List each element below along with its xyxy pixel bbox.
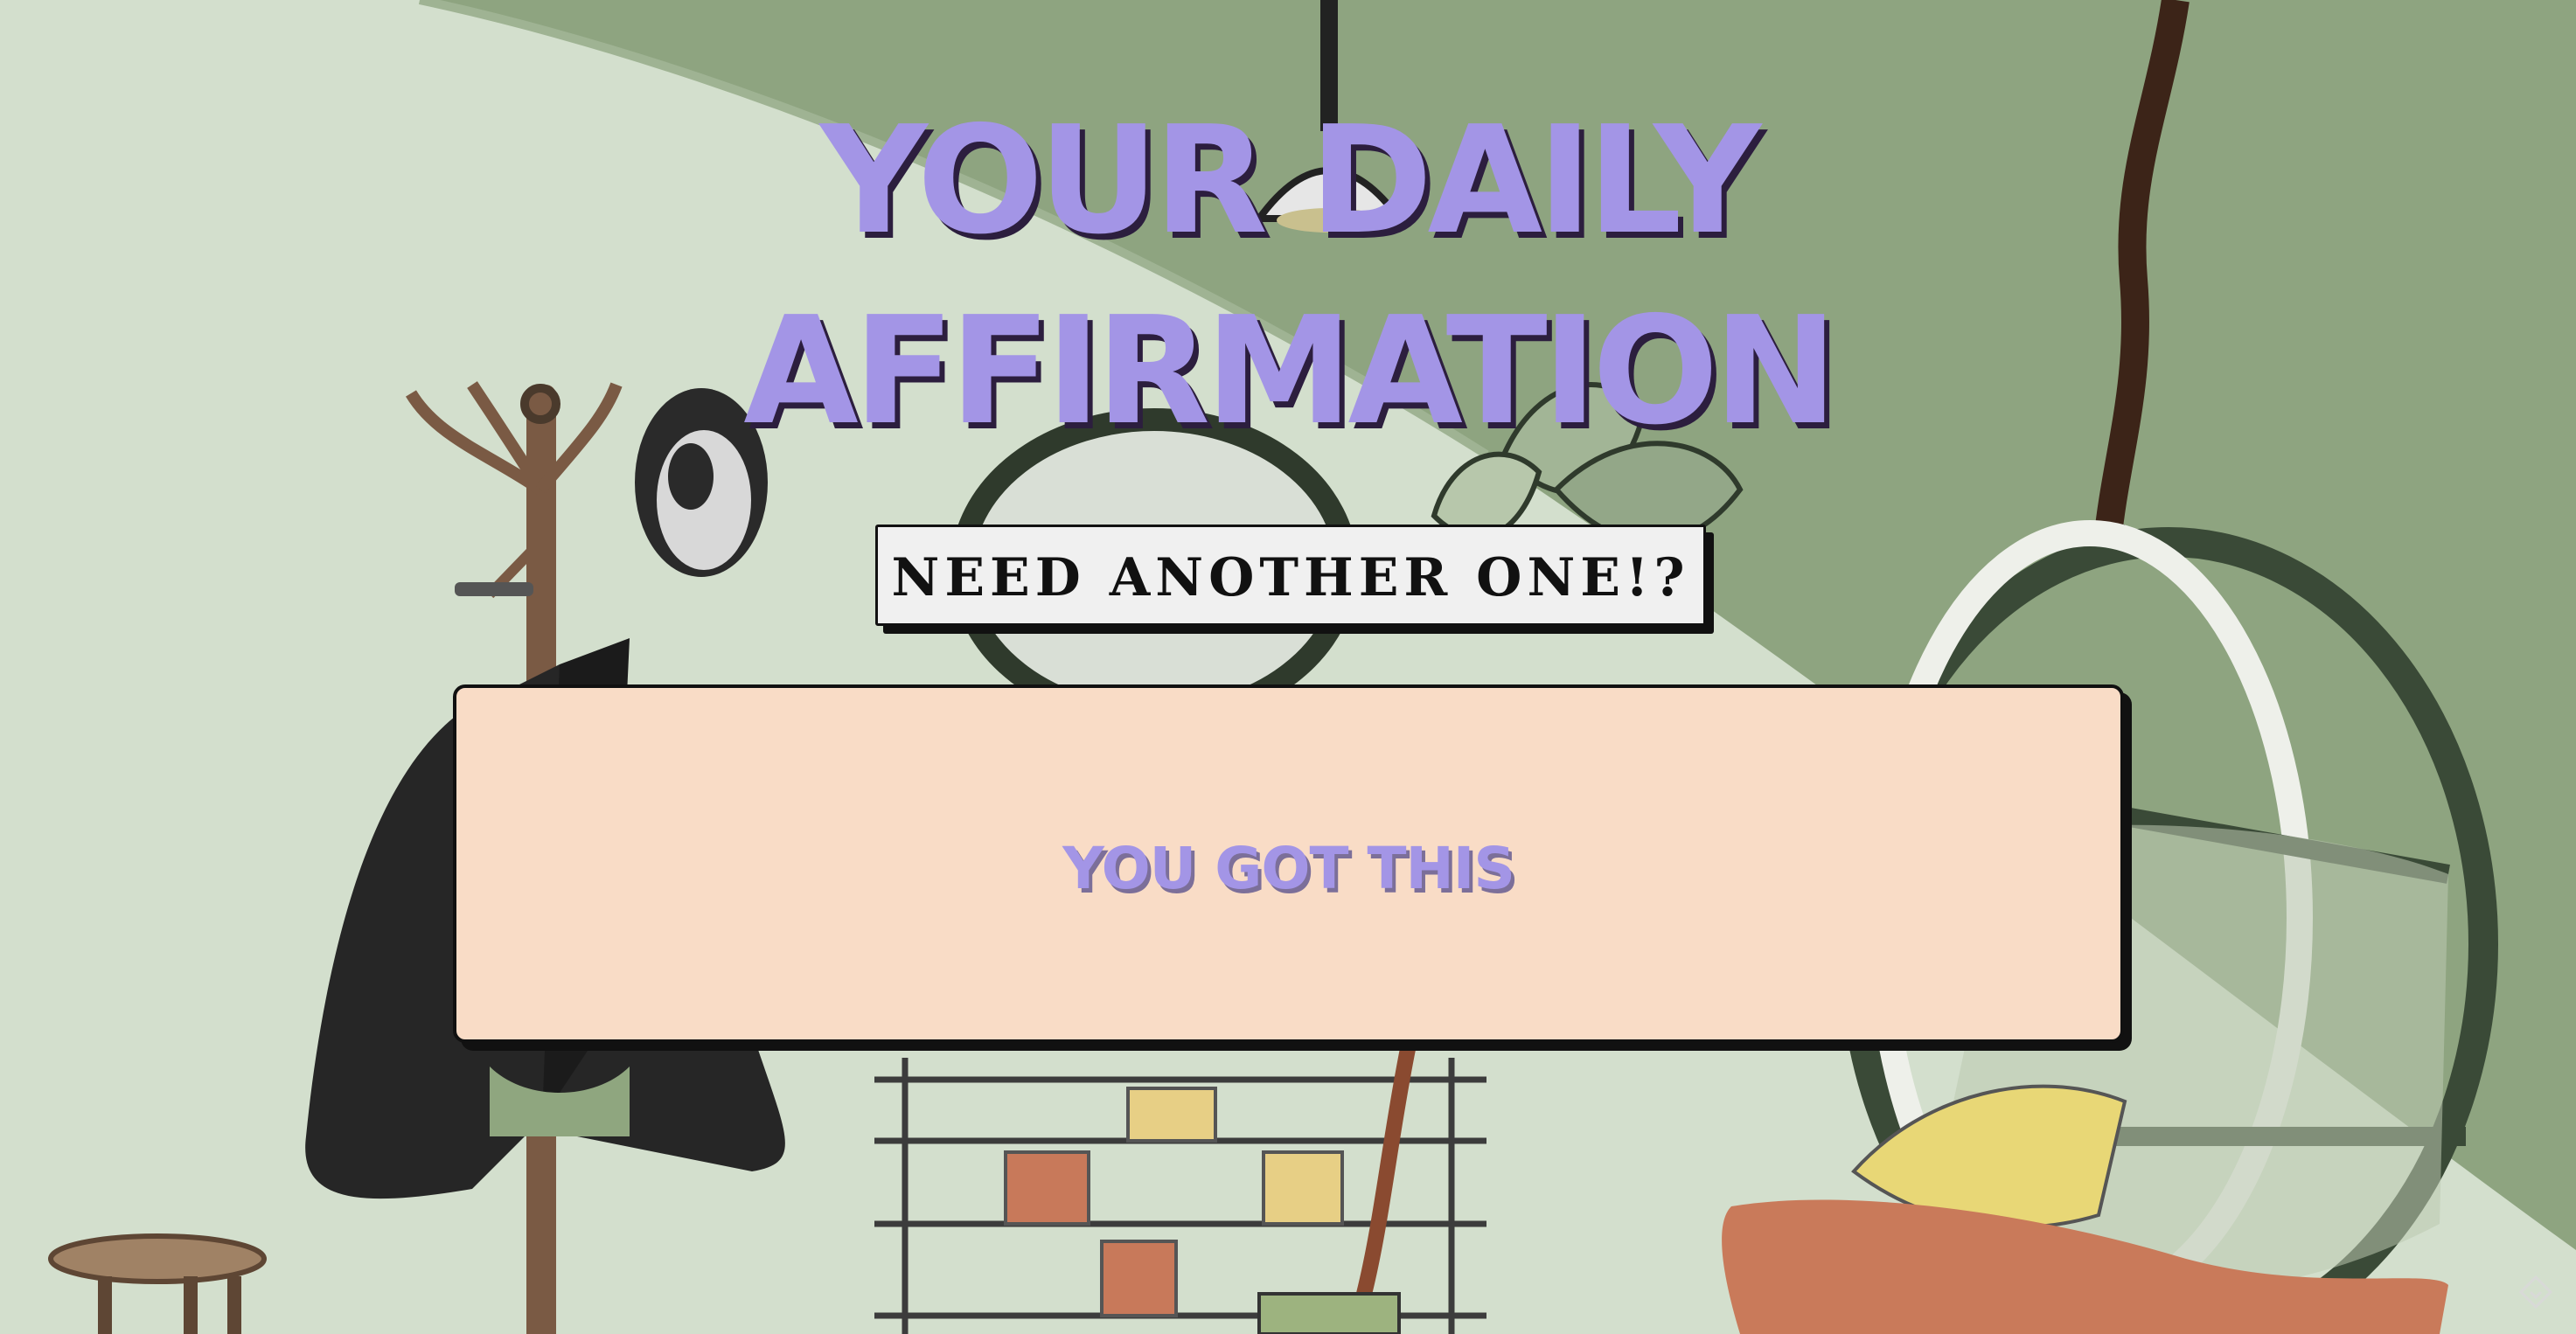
- diamond-icon: [2518, 1275, 2553, 1310]
- page-title-line-2: AFFIRMATION: [743, 285, 1838, 458]
- affirmation-card: YOU GOT THIS: [453, 684, 2124, 1043]
- need-another-button[interactable]: NEED ANOTHER ONE!?: [875, 525, 1706, 626]
- affirmation-text: YOU GOT THIS: [1062, 834, 1515, 902]
- page-title-line-1: YOUR DAILY: [819, 94, 1762, 267]
